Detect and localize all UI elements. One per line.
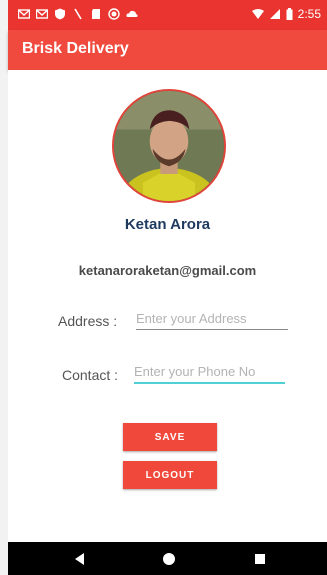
user-email: ketanaroraketan@gmail.com bbox=[78, 263, 257, 278]
avatar[interactable] bbox=[112, 89, 226, 203]
profile-screen: Ketan Arora ketanaroraketan@gmail.com Ad… bbox=[8, 70, 327, 542]
phone-input[interactable] bbox=[134, 364, 285, 384]
sd-card-icon bbox=[90, 8, 102, 20]
cloud-icon bbox=[126, 8, 138, 20]
save-button[interactable]: SAVE bbox=[123, 423, 217, 451]
status-bar: 2:55 bbox=[8, 0, 327, 30]
contact-label: Contact : bbox=[62, 367, 119, 383]
notification-icons bbox=[18, 8, 138, 20]
app-title: Brisk Delivery bbox=[22, 40, 129, 57]
home-icon[interactable] bbox=[160, 550, 178, 568]
signal-icon bbox=[269, 8, 281, 20]
logout-button[interactable]: LOGOUT bbox=[123, 461, 217, 489]
battery-icon bbox=[286, 8, 293, 20]
gmail-icon bbox=[18, 8, 30, 20]
system-status: 2:55 bbox=[251, 7, 321, 21]
recents-icon[interactable] bbox=[251, 550, 269, 568]
address-label: Address : bbox=[58, 313, 118, 329]
status-time: 2:55 bbox=[297, 7, 321, 21]
left-edge bbox=[0, 0, 8, 575]
record-icon bbox=[108, 8, 120, 20]
wifi-icon bbox=[251, 8, 264, 20]
address-input[interactable] bbox=[136, 310, 288, 330]
shield-icon bbox=[54, 8, 66, 20]
navigation-bar bbox=[8, 542, 327, 575]
back-icon[interactable] bbox=[71, 550, 89, 568]
gmail-icon bbox=[36, 8, 48, 20]
user-name: Ketan Arora bbox=[124, 216, 211, 233]
slash-icon bbox=[72, 8, 84, 20]
app-bar: Brisk Delivery bbox=[8, 30, 327, 70]
avatar-photo bbox=[114, 91, 224, 201]
